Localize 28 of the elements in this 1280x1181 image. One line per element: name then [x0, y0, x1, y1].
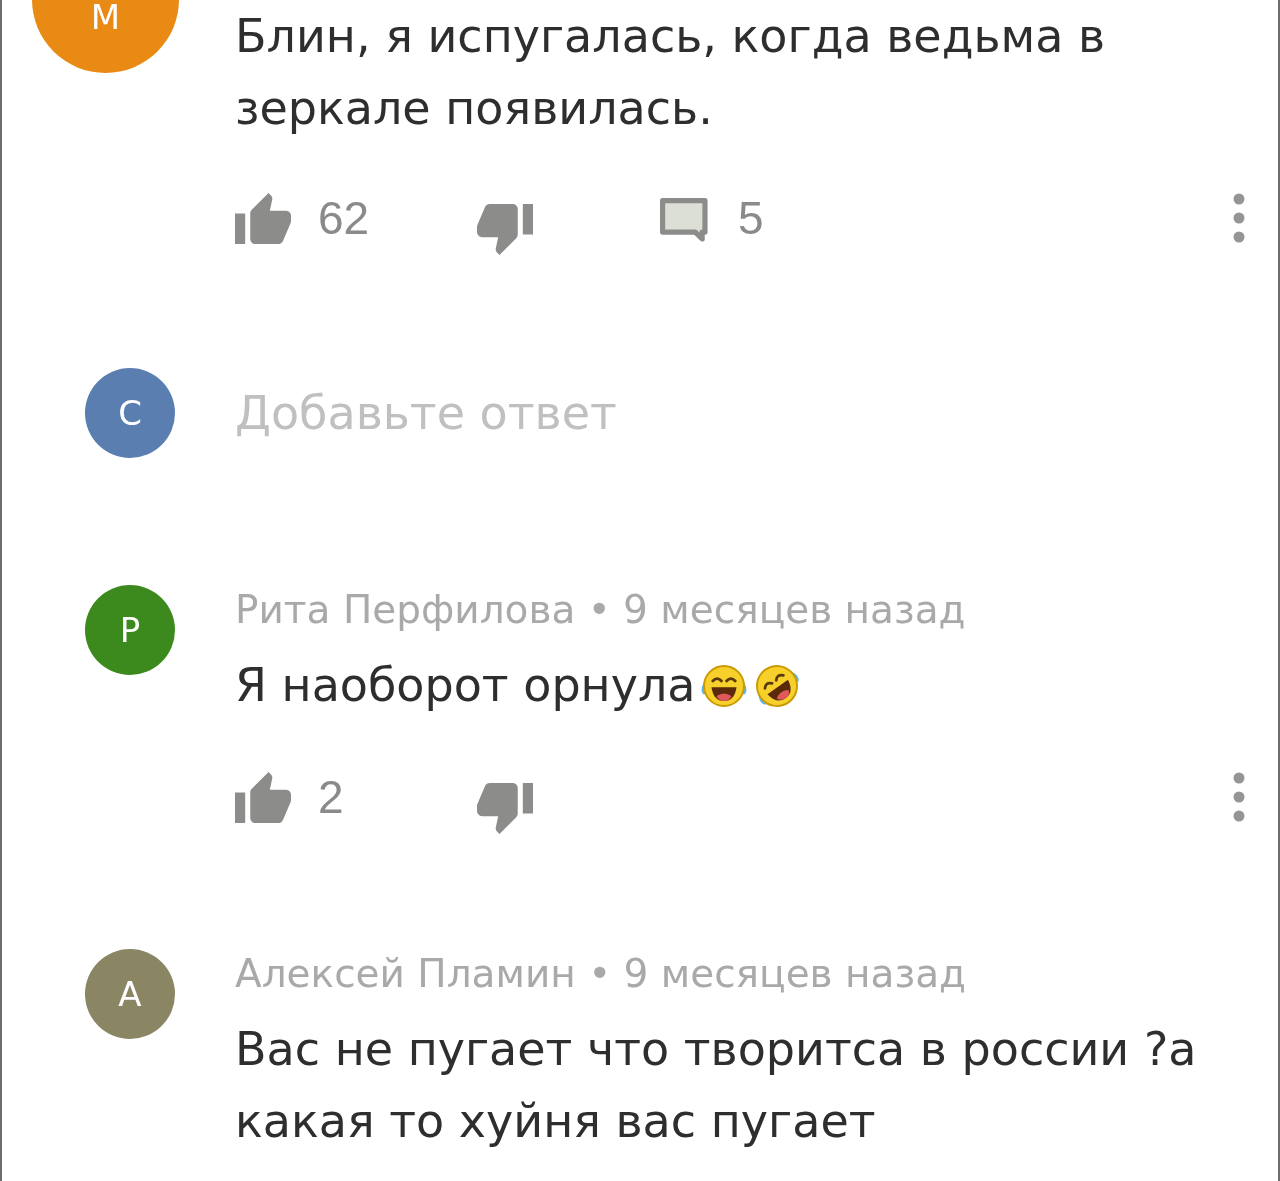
thumbs-up-icon	[235, 192, 291, 244]
speech-bubble-icon	[660, 198, 708, 242]
more-icon	[1233, 193, 1245, 243]
comment-text: Блин, я испугалась, когда ведьма в зеркале появилась.	[235, 9, 1106, 135]
user-avatar[interactable]: С	[85, 368, 175, 458]
dislike-button[interactable]	[477, 782, 533, 834]
avatar-initial: А	[118, 974, 142, 1014]
comment-byline: Рита Перфилова • 9 месяцев назад	[235, 587, 967, 633]
thumbs-up-icon	[235, 771, 291, 823]
avatar-initial: С	[118, 393, 142, 433]
comment-text: Я наоборот орнула	[235, 658, 696, 712]
more-button[interactable]	[1233, 193, 1245, 243]
user-avatar[interactable]: М	[32, 0, 179, 73]
thumbs-down-icon	[477, 203, 533, 255]
reply-input-field[interactable]: Добавьте ответ	[235, 378, 1245, 448]
dislike-button[interactable]	[477, 203, 533, 255]
more-icon	[1233, 772, 1245, 822]
user-avatar[interactable]: А	[85, 949, 175, 1039]
comment-byline: Алексей Пламин • 9 месяцев назад	[235, 951, 967, 997]
more-button[interactable]	[1233, 772, 1245, 822]
thumbs-down-icon	[477, 782, 533, 834]
like-button[interactable]: 2	[235, 771, 344, 823]
like-button[interactable]: 62	[235, 192, 370, 244]
user-avatar[interactable]: Р	[85, 585, 175, 675]
replies-button[interactable]: 5	[660, 194, 764, 242]
avatar-initial: М	[90, 0, 121, 34]
avatar-initial: Р	[119, 610, 141, 650]
comment-text: Вас не пугает что творитса в россии ?а какая то хуйня вас пугает	[235, 1022, 1197, 1148]
